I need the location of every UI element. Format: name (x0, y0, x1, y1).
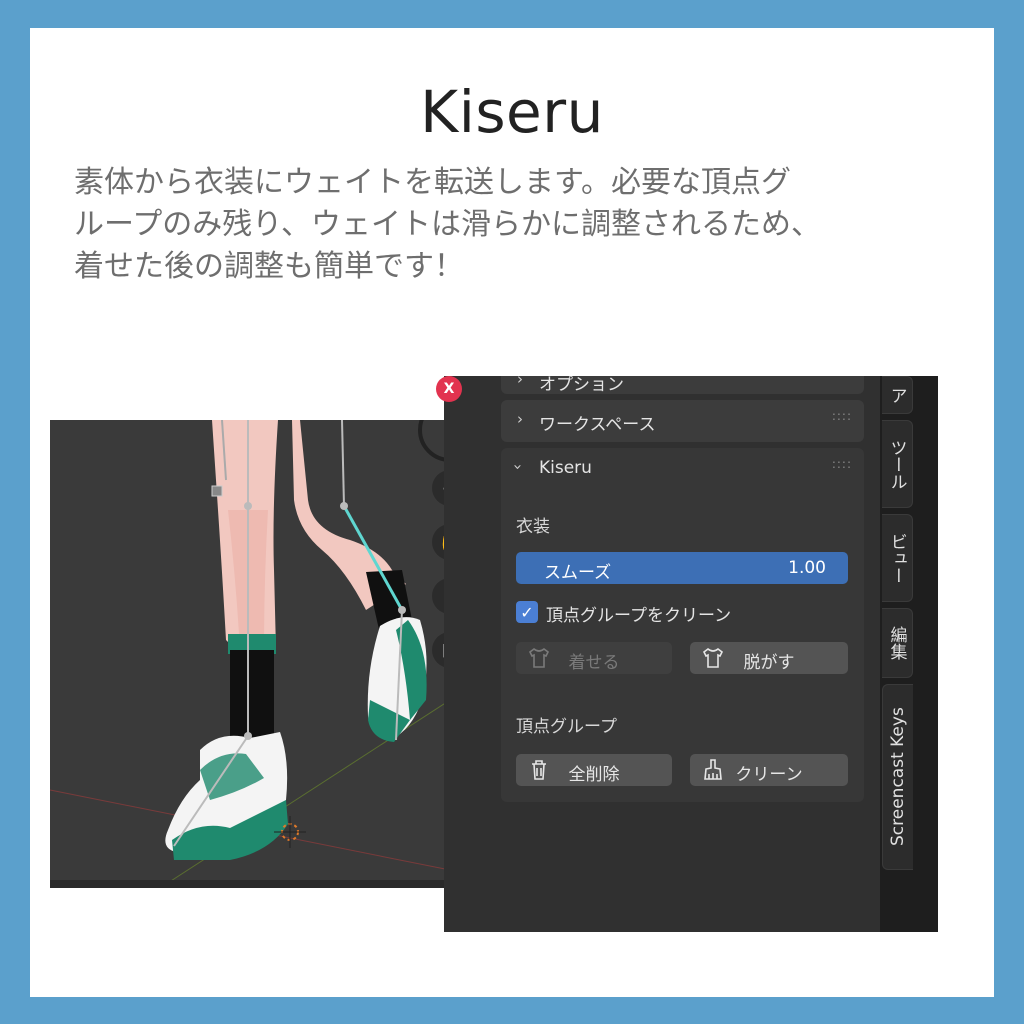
viewport-scene (50, 420, 450, 888)
tab-edit[interactable]: 編集 (882, 608, 913, 678)
costume-heading: 衣装 (516, 517, 550, 537)
clean-vertex-groups-checkbox[interactable]: ✓ (516, 601, 538, 623)
smooth-slider[interactable]: スムーズ 1.00 (516, 552, 848, 584)
clean-vertex-groups-label: 頂点グループをクリーン (546, 606, 732, 626)
section-workspace-label: ワークスペース (539, 415, 656, 435)
chevron-right-icon: › (517, 410, 523, 428)
sidebar-tabs: ア ツール ビュー 編集 Screencast Keys (880, 376, 938, 932)
close-icon[interactable]: X (436, 376, 462, 402)
status-bar (50, 880, 450, 888)
vertex-groups-heading: 頂点グループ (516, 717, 617, 737)
undress-button-label: 脱がす (743, 653, 795, 673)
sidebar-panel: › オプション › ワークスペース :::: › Kiseru :::: 衣装 … (444, 376, 880, 932)
chevron-down-icon: › (509, 464, 527, 470)
clean-button-label: クリーン (735, 765, 803, 785)
section-options-label: オプション (539, 376, 624, 395)
dress-button-label: 着せる (568, 653, 620, 673)
section-kiseru-header[interactable]: › Kiseru :::: (501, 448, 864, 490)
drag-grip-icon[interactable]: :::: (832, 457, 852, 471)
chevron-right-icon: › (517, 376, 523, 388)
delete-all-button[interactable]: 全削除 (516, 754, 672, 786)
delete-all-button-label: 全削除 (568, 765, 620, 785)
undress-button[interactable]: 脱がす (690, 642, 848, 674)
drag-grip-icon[interactable]: :::: (832, 409, 852, 423)
smooth-label: スムーズ (544, 563, 612, 583)
tab-a[interactable]: ア (882, 376, 913, 414)
section-kiseru-label: Kiseru (539, 458, 592, 478)
tab-view[interactable]: ビュー (882, 514, 913, 602)
smooth-value: 1.00 (788, 558, 826, 578)
section-workspace[interactable]: › ワークスペース :::: (501, 400, 864, 442)
description-line: ループのみ残り、ウェイトは滑らかに調整されるため、 (74, 207, 821, 242)
3d-viewport[interactable]: + ✋ ⌾ ⊞ (50, 420, 450, 888)
clean-button[interactable]: クリーン (690, 754, 848, 786)
tab-screencast-keys[interactable]: Screencast Keys (882, 684, 913, 870)
description-line: 素体から衣装にウェイトを転送します。必要な頂点グ (74, 165, 791, 200)
section-options[interactable]: › オプション (501, 376, 864, 395)
description: 素体から衣装にウェイトを転送します。必要な頂点グ ループのみ残り、ウェイトは滑ら… (74, 162, 954, 288)
page-title: Kiseru (420, 78, 604, 146)
description-line: 着せた後の調整も簡単です！ (74, 249, 464, 284)
dress-button[interactable]: 着せる (516, 642, 672, 674)
tab-tool[interactable]: ツール (882, 420, 913, 508)
